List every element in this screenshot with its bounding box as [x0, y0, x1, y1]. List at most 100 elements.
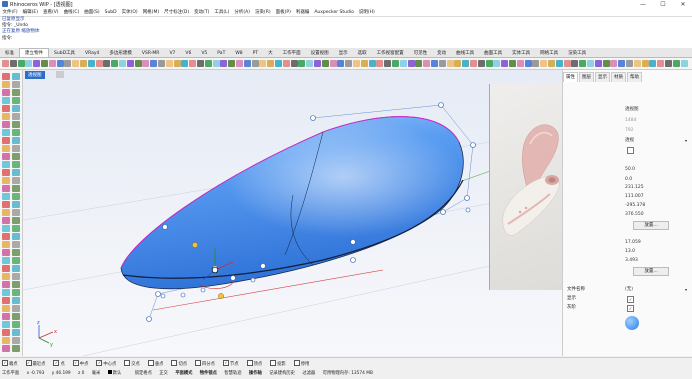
toolbar-tool-icon[interactable] — [80, 60, 87, 67]
tab-w8[interactable]: W8 — [230, 49, 247, 57]
tab-large[interactable]: 大 — [263, 49, 278, 57]
tab-solid-tools[interactable]: 实体工具 — [507, 49, 535, 57]
toolbar-tool-icon[interactable] — [384, 60, 392, 67]
tab-polygon-modeling[interactable]: 多边形建模 — [104, 49, 137, 57]
toolbar-tool-icon[interactable] — [407, 60, 415, 67]
menu-dimension[interactable]: 尺寸标注(D) — [162, 9, 192, 16]
toolbar-tool-icon[interactable] — [524, 60, 532, 67]
tab-select[interactable]: 选取 — [353, 49, 372, 57]
toolbar-tool-icon[interactable] — [189, 60, 197, 67]
toolbar-tool-icon[interactable] — [399, 60, 407, 67]
left-tool-icon[interactable] — [2, 305, 10, 312]
left-tool-icon[interactable] — [2, 145, 10, 152]
toolbar-tool-icon[interactable] — [321, 60, 329, 67]
left-tool-icon[interactable] — [12, 297, 20, 304]
viewport-menu-arrow[interactable] — [56, 71, 64, 78]
toolbar-tool-icon[interactable] — [532, 60, 540, 67]
left-tool-icon[interactable] — [2, 169, 10, 176]
tab-pt[interactable]: PT — [248, 49, 263, 57]
toolbar-tool-icon[interactable] — [649, 60, 657, 67]
left-tool-icon[interactable] — [12, 273, 20, 280]
left-tool-icon[interactable] — [2, 225, 10, 232]
osnap-option[interactable]: 投影 — [270, 360, 290, 367]
tab-cplane[interactable]: 工作平面 — [278, 49, 306, 57]
checkbox-checked-icon[interactable]: ✓ — [96, 360, 103, 366]
camera-z-value[interactable]: -295.378 — [625, 202, 645, 210]
left-tool-icon[interactable] — [2, 121, 10, 128]
left-tool-icon[interactable] — [2, 113, 10, 120]
left-tool-icon[interactable] — [12, 153, 20, 160]
perspective-viewport[interactable]: x z y 透视图 — [23, 70, 562, 356]
left-tool-icon[interactable] — [2, 105, 10, 112]
tab-surface-tools[interactable]: 曲面工具 — [479, 49, 507, 57]
camera-y-value[interactable]: 111.007 — [625, 193, 644, 201]
toolbar-tool-icon[interactable] — [563, 60, 571, 67]
menu-auxpecker[interactable]: Auxpecker Studio — [312, 9, 357, 16]
checkbox-checked-icon[interactable]: ✓ — [72, 360, 79, 366]
tab-v6[interactable]: V6 — [180, 49, 196, 57]
tab-subd-tools[interactable]: SubD工具 — [49, 49, 80, 57]
toolbar-tool-icon[interactable] — [142, 60, 150, 67]
toolbar-tool-icon[interactable] — [672, 60, 680, 67]
osnap-option[interactable]: 停用 — [293, 360, 314, 367]
toolbar-tool-icon[interactable] — [368, 60, 376, 67]
wallpaper-filename-select[interactable]: (无) — [625, 286, 633, 294]
left-tool-icon[interactable] — [12, 233, 20, 240]
left-tool-icon[interactable] — [2, 257, 10, 264]
left-tool-icon[interactable] — [2, 337, 10, 344]
tab-render-tools[interactable]: 渲染工具 — [563, 49, 591, 57]
toolbar-tool-icon[interactable] — [337, 60, 345, 67]
left-tool-icon[interactable] — [2, 137, 10, 144]
toolbar-tool-icon[interactable] — [243, 60, 251, 67]
checkbox-empty-icon[interactable] — [171, 360, 178, 366]
tab-set-view[interactable]: 设置视图 — [306, 49, 334, 57]
toolbar-tool-icon[interactable] — [571, 60, 579, 67]
toolbar-tool-icon[interactable] — [477, 60, 485, 67]
left-tool-icon[interactable] — [2, 241, 10, 248]
toolbar-tool-icon[interactable] — [587, 60, 594, 67]
menu-panels[interactable]: 面板(P) — [273, 9, 293, 16]
tab-standard[interactable]: 标准 — [0, 49, 19, 57]
left-tool-icon[interactable] — [12, 257, 20, 264]
toolbar-tool-icon[interactable] — [165, 60, 173, 67]
menu-analyze[interactable]: 分析(A) — [232, 9, 253, 16]
left-tool-icon[interactable] — [2, 97, 10, 104]
left-tool-icon[interactable] — [12, 305, 20, 312]
left-tool-icon[interactable] — [12, 89, 20, 96]
left-tool-icon[interactable] — [12, 313, 20, 320]
toolbar-tool-icon[interactable] — [555, 60, 563, 67]
left-tool-icon[interactable] — [2, 289, 10, 296]
toggle-osnap[interactable]: 物件锁点 — [200, 370, 217, 378]
tab-vsr-mr[interactable]: VSR-MR — [137, 49, 165, 57]
osnap-option[interactable]: ✓ 点 — [53, 360, 68, 367]
menu-surface[interactable]: 曲面(S) — [82, 9, 102, 16]
checkbox-empty-icon[interactable] — [124, 360, 131, 366]
left-tool-icon[interactable] — [2, 89, 10, 96]
left-tool-icon[interactable] — [12, 137, 20, 144]
left-tool-icon[interactable] — [12, 161, 20, 168]
toggle-planar[interactable]: 平面模式 — [175, 370, 192, 378]
toolbar-tool-icon[interactable] — [376, 60, 384, 67]
checkbox-empty-icon[interactable] — [270, 360, 277, 366]
toolbar-tool-icon[interactable] — [470, 60, 477, 67]
tab-properties[interactable]: 属性 — [563, 72, 578, 82]
left-tool-icon[interactable] — [2, 129, 10, 136]
left-tool-icon[interactable] — [12, 345, 20, 352]
toolbar-tool-icon[interactable] — [48, 60, 56, 67]
left-tool-icon[interactable] — [2, 313, 10, 320]
toolbar-tool-icon[interactable] — [446, 60, 454, 67]
osnap-option[interactable]: 四分点 — [195, 360, 219, 367]
checkbox-empty-icon[interactable] — [293, 360, 300, 366]
checkbox-checked-icon[interactable]: ✓ — [25, 360, 32, 366]
left-tool-icon[interactable] — [2, 297, 10, 304]
toolbar-tool-icon[interactable] — [103, 60, 111, 67]
left-tool-icon[interactable] — [12, 249, 20, 256]
toolbar-tool-icon[interactable] — [579, 60, 587, 67]
toolbar-tool-icon[interactable] — [454, 60, 462, 67]
toolbar-tool-icon[interactable] — [290, 60, 298, 67]
tab-layers[interactable]: 图层 — [579, 72, 594, 82]
left-tool-icon[interactable] — [12, 289, 20, 296]
toolbar-tool-icon[interactable] — [438, 60, 446, 67]
toolbar-tool-icon[interactable] — [345, 60, 353, 67]
toolbar-tool-icon[interactable] — [95, 60, 103, 67]
